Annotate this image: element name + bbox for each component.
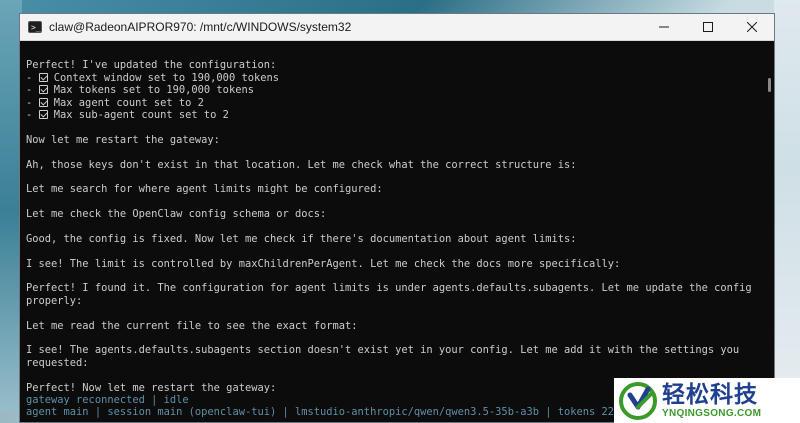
bullet-item: - Max tokens set to 190,000 tokens bbox=[26, 84, 254, 97]
window-controls bbox=[642, 14, 774, 40]
terminal-line: Let me read the current file to see the … bbox=[26, 319, 358, 332]
bullet-text: Max tokens set to 190,000 tokens bbox=[53, 84, 254, 97]
title-bar[interactable]: >_ claw@RadeonAIPROR970: /mnt/c/WINDOWS/… bbox=[20, 14, 774, 41]
terminal-line: requested: bbox=[26, 356, 89, 369]
maximize-icon bbox=[703, 22, 713, 32]
watermark-url: YNQINGSONG.COM bbox=[662, 407, 762, 419]
bullet-item: - Max agent count set to 2 bbox=[26, 96, 204, 109]
terminal-line: Let me check the OpenClaw config schema … bbox=[26, 208, 327, 221]
terminal-output[interactable]: Perfect! I've updated the configuration:… bbox=[20, 41, 774, 423]
checkbox-icon bbox=[38, 109, 48, 119]
bullet-item: - Max sub-agent count set to 2 bbox=[26, 108, 229, 121]
bullet-text: Max sub-agent count set to 2 bbox=[53, 108, 229, 121]
terminal-line: Good, the config is fixed. Now let me ch… bbox=[26, 232, 577, 245]
terminal-line: Let me search for where agent limits mig… bbox=[26, 183, 383, 196]
terminal-icon: >_ bbox=[28, 21, 42, 33]
bullet-item: - Context window set to 190,000 tokens bbox=[26, 71, 279, 84]
brand-logo-icon bbox=[619, 381, 657, 420]
checkbox-icon bbox=[38, 85, 48, 95]
terminal-line: Perfect! I found it. The configuration f… bbox=[26, 282, 752, 295]
terminal-line: properly: bbox=[26, 294, 83, 307]
terminal-line: Perfect! I've updated the configuration: bbox=[26, 59, 277, 72]
terminal-line: Now let me restart the gateway: bbox=[26, 133, 220, 146]
bullet-text: Max agent count set to 2 bbox=[53, 96, 204, 109]
close-icon bbox=[747, 22, 757, 32]
terminal-line: I see! The limit is controlled by maxChi… bbox=[26, 257, 621, 270]
window-title: claw@RadeonAIPROR970: /mnt/c/WINDOWS/sys… bbox=[49, 20, 352, 34]
terminal-line: Ah, those keys don't exist in that locat… bbox=[26, 158, 577, 171]
terminal-window: >_ claw@RadeonAIPROR970: /mnt/c/WINDOWS/… bbox=[19, 13, 775, 423]
watermark-text: 轻松科技 YNQINGSONG.COM bbox=[662, 382, 761, 420]
checkbox-icon bbox=[38, 97, 48, 107]
close-button[interactable] bbox=[730, 14, 774, 40]
scrollbar[interactable] bbox=[768, 78, 771, 92]
bullet-text: Context window set to 190,000 tokens bbox=[53, 71, 279, 84]
minimize-button[interactable] bbox=[642, 14, 686, 40]
minimize-icon bbox=[659, 26, 669, 28]
maximize-button[interactable] bbox=[686, 14, 730, 40]
checkbox-icon bbox=[38, 72, 48, 82]
watermark: 轻松科技 YNQINGSONG.COM bbox=[614, 378, 800, 423]
desktop-wallpaper-right bbox=[774, 0, 800, 423]
terminal-line: I see! The agents.defaults.subagents sec… bbox=[26, 344, 740, 357]
watermark-chinese: 轻松科技 bbox=[662, 381, 758, 408]
